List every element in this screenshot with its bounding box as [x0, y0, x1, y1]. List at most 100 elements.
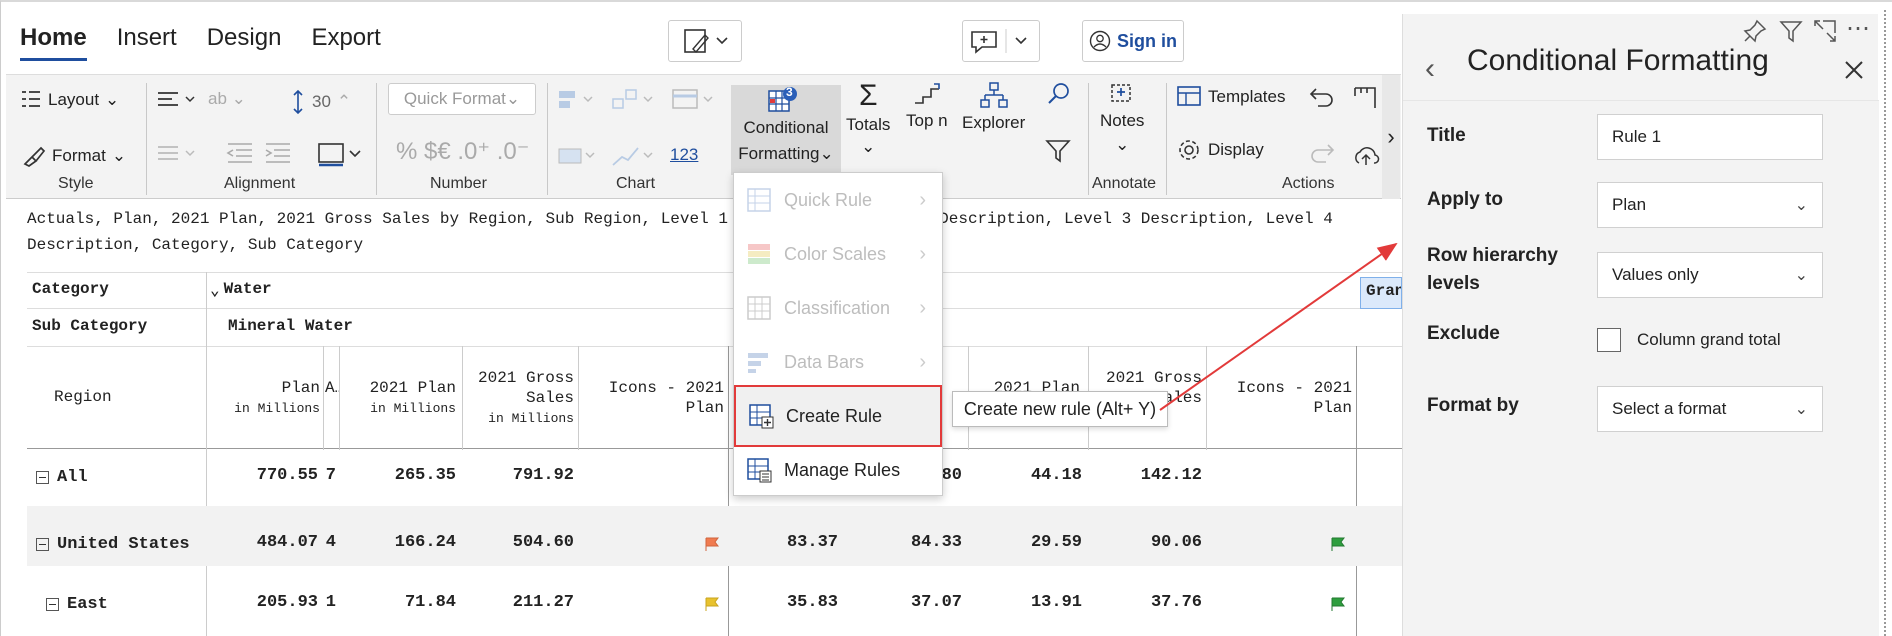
menu-color-scales[interactable]: Color Scales ›: [734, 227, 942, 281]
notes-button[interactable]: Notes ⌄: [1100, 79, 1144, 155]
upload-button[interactable]: [1352, 143, 1380, 167]
menu-manage-rules[interactable]: Manage Rules: [734, 443, 942, 497]
flag-icon: [705, 597, 719, 611]
display-button[interactable]: Display: [1176, 137, 1264, 163]
quick-format-dropdown[interactable]: Quick Format ⌄: [388, 83, 536, 115]
format-by-select[interactable]: Select a format ⌄: [1597, 386, 1823, 432]
totals-button[interactable]: Σ Totals ⌄: [846, 79, 890, 157]
search-button[interactable]: [1046, 81, 1072, 107]
align-left-icon: [158, 92, 195, 106]
filter-icon[interactable]: [1778, 18, 1804, 49]
explorer-button[interactable]: Explorer: [962, 81, 1025, 133]
apply-to-label: Apply to: [1427, 189, 1503, 210]
kpi-number-button[interactable]: 123: [670, 145, 698, 165]
collapse-icon[interactable]: [36, 538, 49, 551]
col-icons-2021-plan[interactable]: Icons - 2021 Plan: [584, 378, 724, 418]
wrap-text-button[interactable]: ab ⌄: [208, 89, 246, 109]
annotate-group-label: Annotate: [1092, 175, 1157, 192]
menu-data-bars[interactable]: Data Bars ›: [734, 335, 942, 389]
templates-button[interactable]: Templates: [1176, 85, 1285, 109]
expand-icon[interactable]: [1812, 18, 1838, 49]
close-icon[interactable]: [1842, 58, 1866, 87]
table-cell: 770.55: [256, 466, 318, 485]
redo-button[interactable]: [1308, 141, 1336, 165]
line-chart-dropdown[interactable]: [610, 143, 658, 169]
table-cell: 205.93: [256, 593, 318, 612]
conditional-formatting-button[interactable]: 3 Conditional Formatting⌄: [731, 85, 841, 175]
back-icon[interactable]: ‹: [1425, 52, 1435, 86]
collapse-icon[interactable]: [36, 471, 49, 484]
apply-to-select[interactable]: Plan ⌄: [1597, 182, 1823, 228]
border-dropdown[interactable]: [316, 139, 364, 169]
table-cell: 166.24: [394, 533, 456, 552]
line-chart-icon: [612, 147, 653, 166]
chevron-right-icon: ›: [919, 188, 926, 211]
tab-design[interactable]: Design: [207, 24, 282, 58]
tab-home[interactable]: Home: [20, 24, 87, 61]
sparkline-icon: [558, 148, 595, 164]
tab-insert[interactable]: Insert: [117, 24, 177, 58]
tab-export[interactable]: Export: [311, 24, 380, 58]
divider: [462, 346, 463, 450]
row-united-states[interactable]: United States: [36, 535, 190, 554]
col-actuals[interactable]: A…: [325, 378, 339, 398]
title-label: Title: [1427, 125, 1466, 146]
style-group-label: Style: [58, 175, 94, 192]
chart-group-label: Chart: [616, 175, 656, 192]
table-cell: 4: [325, 533, 336, 552]
more-options-icon[interactable]: ⋯: [1846, 14, 1870, 43]
layout-label: Layout: [48, 90, 100, 109]
col-2021-plan[interactable]: 2021 Plan in Millions: [342, 378, 456, 419]
menu-create-rule[interactable]: Create Rule: [734, 385, 942, 447]
ribbon-scroll-right[interactable]: ›: [1382, 75, 1400, 199]
row-height-icon: [293, 89, 303, 115]
col-2021-gross[interactable]: 2021 Gross Sales in Millions: [468, 368, 574, 429]
hierarchy-chart-dropdown[interactable]: [610, 87, 658, 113]
col-icons-2021-plan-b[interactable]: Icons - 2021 Plan: [1210, 378, 1352, 418]
align-dropdown[interactable]: [156, 89, 200, 111]
top-n-icon: [914, 83, 940, 104]
format-button[interactable]: Format ⌄: [22, 145, 126, 167]
title-input[interactable]: Rule 1: [1597, 114, 1823, 160]
filter-button[interactable]: [1044, 137, 1072, 165]
undo-icon: [1309, 88, 1333, 107]
undo-button[interactable]: [1308, 85, 1336, 109]
bar-chart-dropdown[interactable]: [556, 87, 600, 113]
top-n-button[interactable]: Top n: [906, 81, 948, 131]
create-rule-icon: [749, 404, 774, 429]
table-cell: 71.84: [404, 593, 456, 612]
divider: [1356, 346, 1357, 636]
table-cell: 484.07: [256, 533, 318, 552]
number-format-buttons[interactable]: % $€ .0⁺ .0⁻: [396, 137, 529, 166]
wrap-text-icon: ab ⌄: [208, 89, 246, 108]
divider: [206, 272, 207, 636]
subcategory-header: Sub Category: [32, 317, 148, 335]
ribbon: Layout ⌄ Format ⌄ Style ab ⌄ 30 ⌃ Alignment…: [6, 74, 1401, 199]
ruler-button[interactable]: [1352, 85, 1378, 111]
sign-in-button[interactable]: Sign in: [1082, 20, 1184, 62]
layout-button[interactable]: Layout ⌄: [20, 89, 119, 111]
row-all[interactable]: All: [36, 468, 88, 487]
collapse-icon[interactable]: [46, 598, 59, 611]
resize-edge[interactable]: [1884, 10, 1886, 636]
comment-dropdown[interactable]: [962, 20, 1040, 62]
category-water[interactable]: ⌄ Water: [210, 280, 272, 300]
increase-indent-button[interactable]: [264, 141, 292, 167]
menu-classification[interactable]: Classification ›: [734, 281, 942, 335]
row-hierarchy-select[interactable]: Values only ⌄: [1597, 252, 1823, 298]
chevron-down-icon: ⌄: [111, 146, 127, 165]
col-plan[interactable]: Plan in Millions: [216, 378, 320, 419]
grand-total-tab[interactable]: Grand: [1360, 277, 1402, 309]
menu-quick-rule[interactable]: Quick Rule ›: [734, 173, 942, 227]
row-east[interactable]: East: [46, 595, 108, 614]
alignment-group-label: Alignment: [224, 175, 296, 192]
color-scales-icon: [748, 244, 770, 264]
table-chart-dropdown[interactable]: [670, 87, 718, 113]
col-unit: in Millions: [370, 401, 456, 416]
column-grand-total-checkbox[interactable]: [1597, 328, 1621, 352]
sparkline-dropdown[interactable]: [556, 143, 600, 169]
col-icons-b-label: Icons - 2021 Plan: [1236, 379, 1352, 417]
row-height-stepper[interactable]: 30 ⌃: [290, 89, 351, 115]
edit-mode-dropdown[interactable]: [668, 20, 742, 62]
decrease-indent-button[interactable]: [226, 141, 254, 167]
